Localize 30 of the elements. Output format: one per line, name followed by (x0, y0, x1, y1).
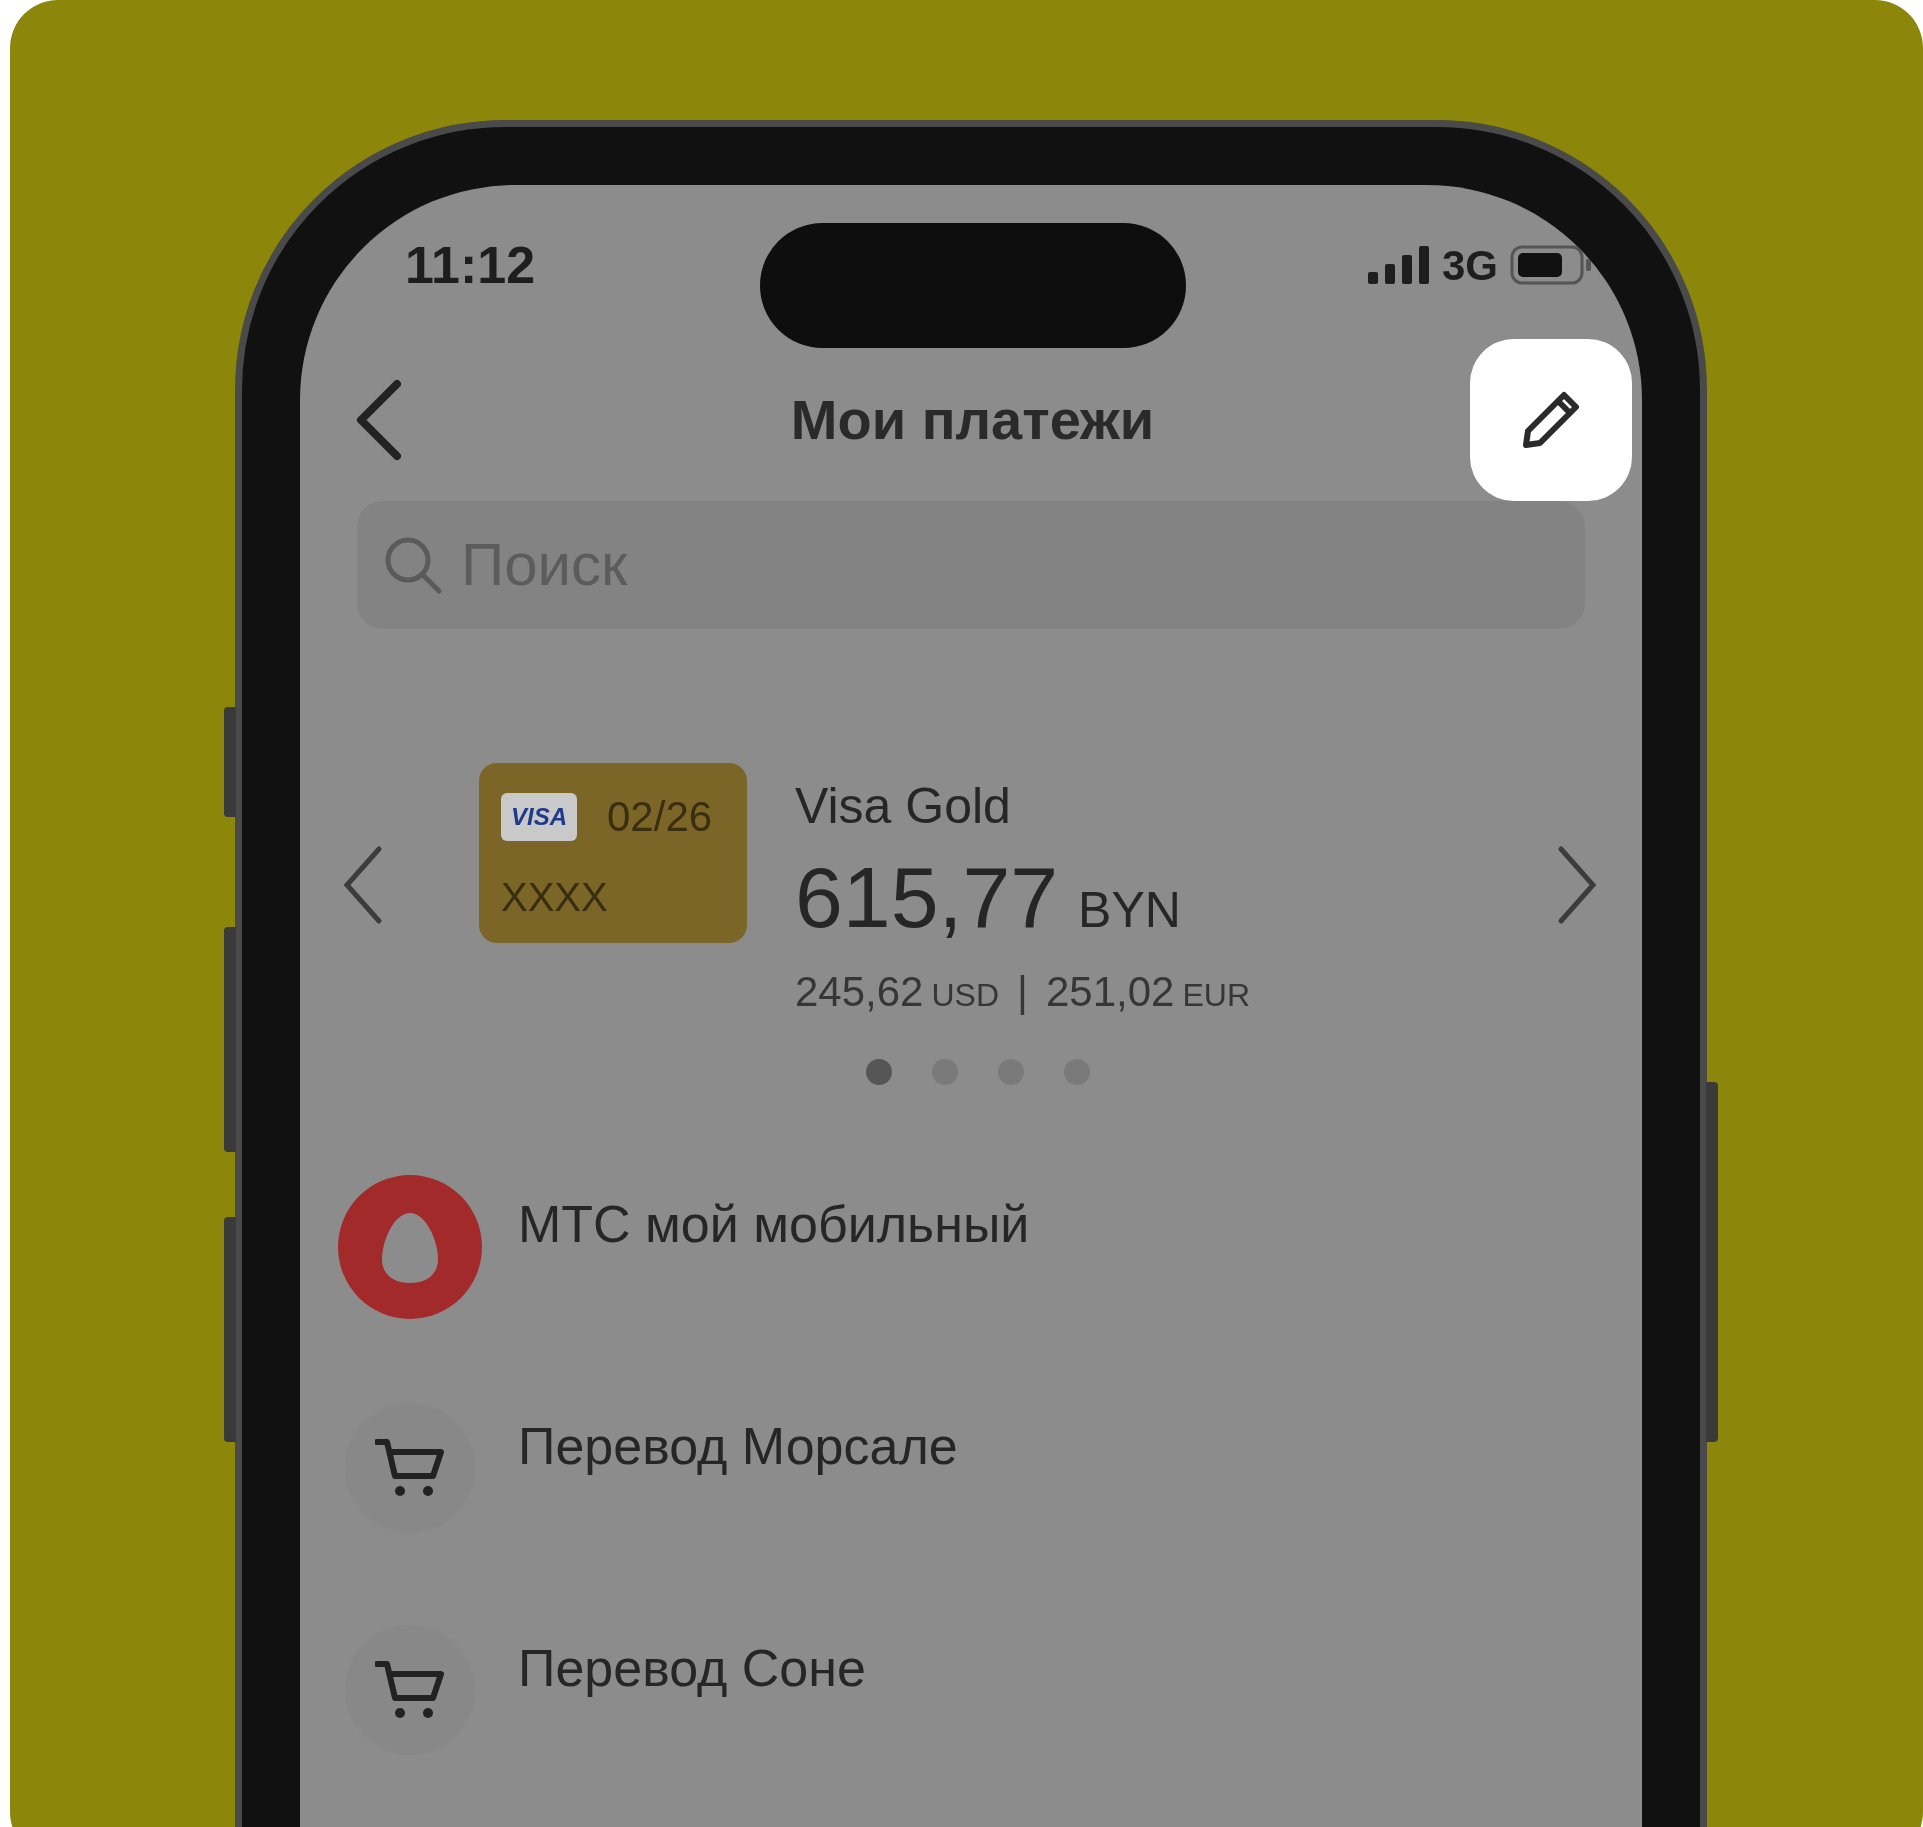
separator: | (1017, 967, 1028, 1017)
usd-amount: 245,62 (795, 967, 924, 1017)
card-name: Visa Gold (795, 777, 1012, 836)
eur-label: EUR (1182, 976, 1250, 1015)
edit-button[interactable] (1470, 339, 1632, 501)
eur-amount: 251,02 (1045, 967, 1175, 1017)
chevron-right-icon (1557, 845, 1597, 925)
status-time: 11:12 (405, 235, 536, 296)
page-title: Мои платежи (790, 387, 1155, 453)
usd-label: USD (931, 976, 1000, 1015)
search-icon (383, 535, 443, 595)
payment-title: МТС мой мобильный (518, 1194, 1030, 1255)
signal-icon (1367, 246, 1430, 284)
card-number: XXXX (501, 874, 609, 921)
chevron-left-icon (343, 845, 383, 925)
back-icon (355, 380, 403, 460)
payment-item[interactable]: МТС мой мобильный (338, 1175, 1642, 1397)
balance-amount: 615,77 (795, 854, 1059, 940)
card-expiry: 02/26 (607, 792, 713, 842)
payment-title: Перевод Соне (518, 1638, 866, 1699)
bank-card[interactable]: VISA 02/26 XXXX (479, 763, 747, 943)
battery-icon (1510, 245, 1592, 285)
card-brand-logo: VISA (501, 792, 577, 841)
network-label: 3G (1441, 240, 1498, 291)
balance-currency: BYN (1078, 881, 1181, 940)
payment-title: Перевод Морсале (518, 1416, 958, 1477)
payment-item[interactable]: Перевод Морсале (338, 1397, 1642, 1619)
previous-button[interactable] (343, 845, 383, 925)
next-button[interactable] (1557, 845, 1597, 925)
payment-item[interactable]: Перевод Соне (338, 1619, 1642, 1827)
